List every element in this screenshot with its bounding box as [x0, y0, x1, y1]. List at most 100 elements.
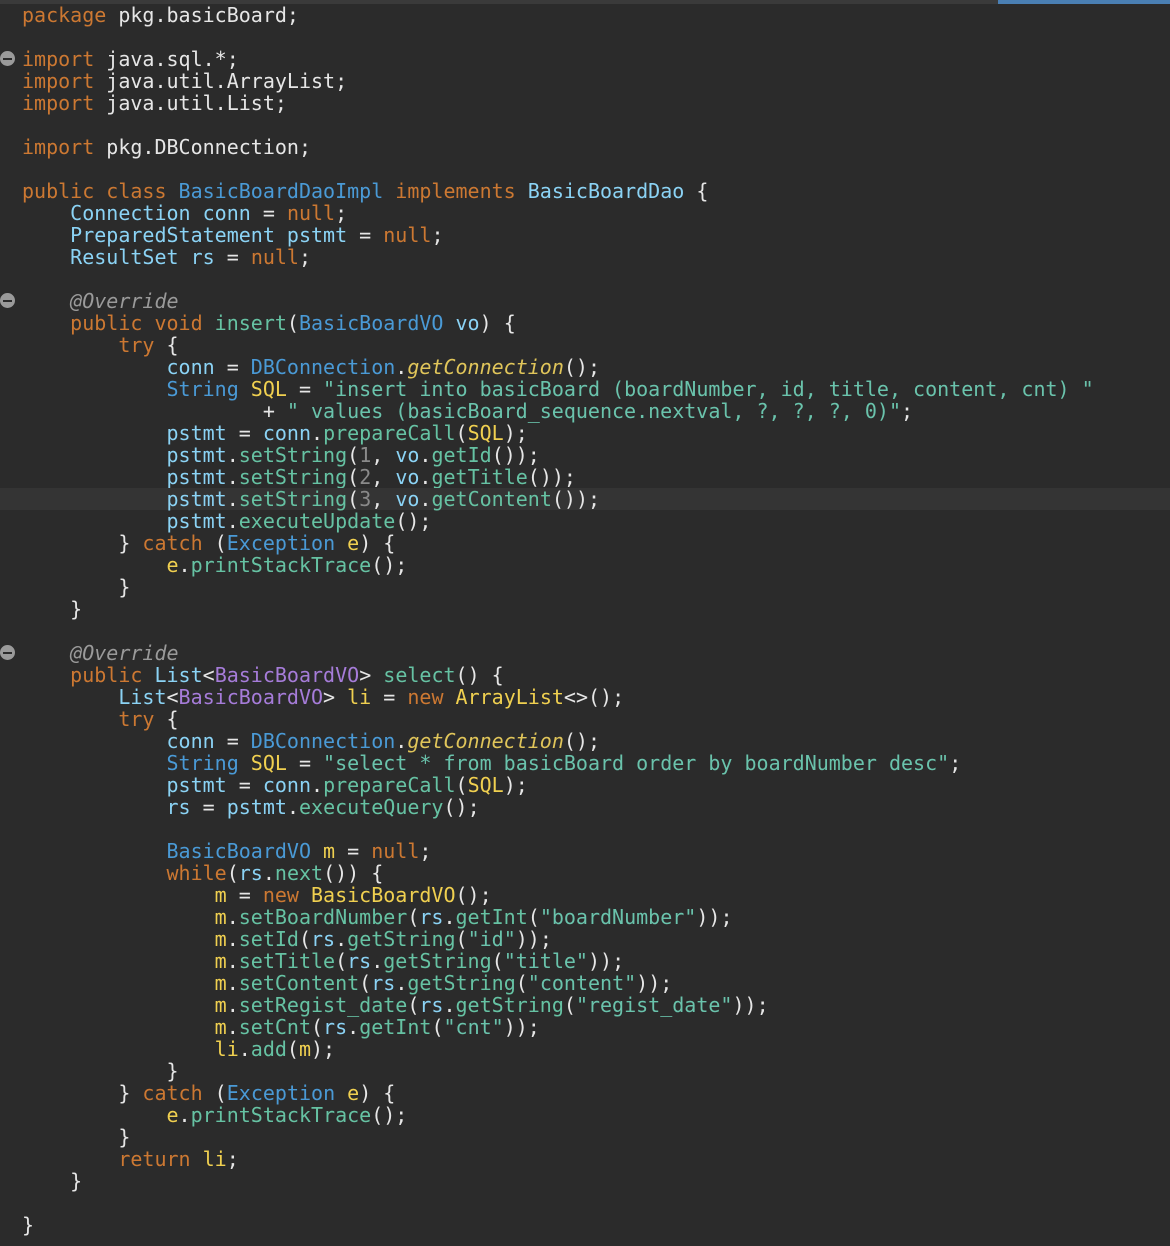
code-line[interactable]: pstmt.setString(2, vo.getTitle()); [0, 466, 1170, 488]
code-token: rs [166, 795, 191, 819]
code-token: = [226, 773, 263, 797]
code-line[interactable]: String SQL = "select * from basicBoard o… [0, 752, 1170, 774]
code-line[interactable]: m.setCnt(rs.getInt("cnt")); [0, 1016, 1170, 1038]
code-token: (); [443, 795, 480, 819]
code-token: rs [238, 861, 263, 885]
code-editor[interactable]: package pkg.basicBoard; import java.sql.… [0, 0, 1170, 1246]
code-line[interactable]: pstmt.setString(1, vo.getId()); [0, 444, 1170, 466]
fold-collapse-icon[interactable] [0, 645, 15, 660]
code-line[interactable] [0, 818, 1170, 840]
code-line[interactable]: Connection conn = null; [0, 202, 1170, 224]
code-line[interactable]: @Override [0, 290, 1170, 312]
code-line[interactable]: pstmt.executeUpdate(); [0, 510, 1170, 532]
code-line[interactable]: rs = pstmt.executeQuery(); [0, 796, 1170, 818]
code-line[interactable]: } [0, 1126, 1170, 1148]
code-line[interactable]: } [0, 576, 1170, 598]
code-lines[interactable]: package pkg.basicBoard; import java.sql.… [0, 4, 1170, 1236]
code-token: rs [190, 245, 215, 269]
code-line[interactable]: String SQL = "insert into basicBoard (bo… [0, 378, 1170, 400]
code-token: ( [202, 531, 227, 555]
code-line[interactable] [0, 26, 1170, 48]
code-line[interactable]: m.setBoardNumber(rs.getInt("boardNumber"… [0, 906, 1170, 928]
code-token: java.util.ArrayList; [106, 69, 348, 93]
code-token: . [311, 773, 324, 797]
code-line[interactable] [0, 158, 1170, 180]
code-token: BasicBoardVO [298, 311, 444, 335]
code-line[interactable]: try { [0, 708, 1170, 730]
code-token: SQL [250, 377, 287, 401]
code-token: m [214, 949, 227, 973]
code-line[interactable]: li.add(m); [0, 1038, 1170, 1060]
code-line[interactable]: import pkg.DBConnection; [0, 136, 1170, 158]
code-line[interactable]: conn = DBConnection.getConnection(); [0, 730, 1170, 752]
code-line[interactable]: } [0, 1214, 1170, 1236]
fold-collapse-icon[interactable] [0, 293, 15, 308]
code-line[interactable]: e.printStackTrace(); [0, 554, 1170, 576]
code-line[interactable]: package pkg.basicBoard; [0, 4, 1170, 26]
code-token: ( [226, 861, 239, 885]
code-token: rs [347, 949, 372, 973]
code-token: m [214, 1015, 227, 1039]
code-line[interactable]: public List<BasicBoardVO> select() { [0, 664, 1170, 686]
code-line[interactable] [0, 268, 1170, 290]
code-line[interactable]: m.setTitle(rs.getString("title")); [0, 950, 1170, 972]
code-token: pstmt [166, 509, 227, 533]
code-line[interactable]: while(rs.next()) { [0, 862, 1170, 884]
code-line[interactable]: } catch (Exception e) { [0, 1082, 1170, 1104]
code-token: java.sql.*; [106, 47, 239, 71]
code-line[interactable]: List<BasicBoardVO> li = new ArrayList<>(… [0, 686, 1170, 708]
code-token: public [70, 663, 155, 687]
code-line[interactable]: e.printStackTrace(); [0, 1104, 1170, 1126]
code-line[interactable]: m.setId(rs.getString("id")); [0, 928, 1170, 950]
code-token: Connection [70, 201, 191, 225]
code-token: BasicBoardDao [527, 179, 685, 203]
code-token: rs [311, 927, 336, 951]
code-line[interactable]: import java.util.ArrayList; [0, 70, 1170, 92]
code-token: getConnection [407, 729, 564, 753]
code-line[interactable]: } [0, 1060, 1170, 1082]
code-token: . [395, 729, 408, 753]
code-token: try [118, 707, 155, 731]
code-line[interactable]: m = new BasicBoardVO(); [0, 884, 1170, 906]
code-line[interactable] [0, 1192, 1170, 1214]
code-line[interactable]: pstmt = conn.prepareCall(SQL); [0, 774, 1170, 796]
code-line[interactable]: BasicBoardVO m = null; [0, 840, 1170, 862]
code-line[interactable]: } [0, 598, 1170, 620]
code-line[interactable]: import java.sql.*; [0, 48, 1170, 70]
code-line[interactable]: public void insert(BasicBoardVO vo) { [0, 312, 1170, 334]
code-line[interactable]: import java.util.List; [0, 92, 1170, 114]
code-line[interactable]: @Override [0, 642, 1170, 664]
code-token: pstmt [166, 487, 227, 511]
code-token: ( [527, 905, 540, 929]
code-line[interactable]: try { [0, 334, 1170, 356]
code-token: )); [515, 927, 552, 951]
code-line[interactable]: return li; [0, 1148, 1170, 1170]
code-line[interactable]: m.setRegist_date(rs.getString("regist_da… [0, 994, 1170, 1016]
code-line[interactable]: pstmt = conn.prepareCall(SQL); [0, 422, 1170, 444]
code-token: li [202, 1147, 227, 1171]
code-line[interactable]: pstmt.setString(3, vo.getContent()); [0, 488, 1170, 510]
code-token: java.util.List; [106, 91, 287, 115]
code-token: ( [347, 487, 360, 511]
code-line[interactable]: } [0, 1170, 1170, 1192]
code-line[interactable]: ResultSet rs = null; [0, 246, 1170, 268]
code-token: "id" [467, 927, 516, 951]
code-line[interactable]: m.setContent(rs.getString("content")); [0, 972, 1170, 994]
code-line[interactable]: } catch (Exception e) { [0, 532, 1170, 554]
code-line[interactable]: conn = DBConnection.getConnection(); [0, 356, 1170, 378]
code-line[interactable]: + " values (basicBoard_sequence.nextval,… [0, 400, 1170, 422]
code-token: ( [286, 1037, 299, 1061]
code-line[interactable] [0, 114, 1170, 136]
code-line[interactable]: PreparedStatement pstmt = null; [0, 224, 1170, 246]
code-token: SQL [250, 751, 287, 775]
code-token: m [323, 839, 336, 863]
code-line[interactable] [0, 620, 1170, 642]
code-token: < [166, 685, 179, 709]
code-line[interactable]: public class BasicBoardDaoImpl implement… [0, 180, 1170, 202]
fold-collapse-icon[interactable] [0, 51, 15, 66]
